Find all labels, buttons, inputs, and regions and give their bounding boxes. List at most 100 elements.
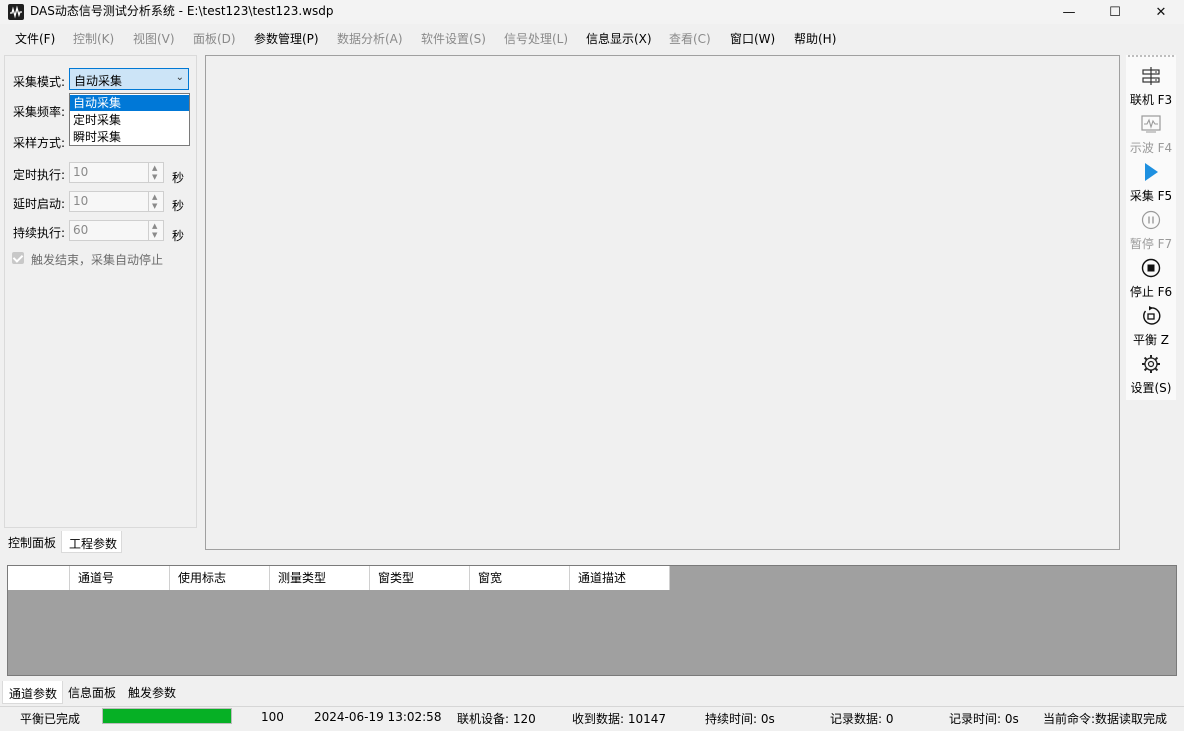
tab-engineering-params-label: 工程参数 [69, 537, 118, 551]
trigger-stop-checkbox[interactable] [12, 252, 24, 264]
menu-file[interactable]: 文件(F) [15, 31, 55, 47]
tab-trigger-params[interactable]: 触发参数 [128, 684, 176, 701]
timed-exec-value: 10 [73, 165, 89, 179]
column-header-channel-desc[interactable]: 通道描述 [570, 566, 670, 590]
tab-info-panel[interactable]: 信息面板 [68, 684, 116, 701]
main-display-area[interactable] [205, 55, 1120, 550]
tab-channel-params[interactable]: 通道参数 [2, 681, 63, 704]
maximize-button[interactable]: ☐ [1092, 0, 1138, 24]
record-time: 记录时间: 0s [949, 712, 1019, 726]
menu-window[interactable]: 窗口(W) [730, 31, 775, 47]
mode-dropdown-list: 自动采集 定时采集 瞬时采集 [69, 93, 190, 146]
spin-up-icon[interactable]: ▲ [152, 222, 157, 230]
menu-panel[interactable]: 面板(D) [193, 31, 236, 47]
minimize-icon: — [1062, 4, 1076, 20]
column-header-window-width[interactable]: 窗宽 [470, 566, 570, 590]
app-logo-icon [8, 4, 24, 20]
column-header-use-flag[interactable]: 使用标志 [170, 566, 270, 590]
trigger-stop-label: 触发结束，采集自动停止 [31, 253, 164, 267]
menu-signal-processing[interactable]: 信号处理(L) [504, 31, 568, 47]
mode-select-value: 自动采集 [74, 74, 123, 88]
pause-label: 暂停 F7 [1129, 237, 1173, 251]
spin-up-icon[interactable]: ▲ [152, 193, 157, 201]
spin-down-icon[interactable]: ▼ [152, 202, 157, 210]
chevron-down-icon: ⌄ [175, 72, 184, 83]
stop-label: 停止 F6 [1129, 285, 1173, 299]
spin-down-icon[interactable]: ▼ [152, 231, 157, 239]
balance-status: 平衡已完成 [20, 712, 81, 726]
continuous-label: 持续执行: [13, 226, 66, 240]
continuous-spinbox[interactable]: 60 ▲ ▼ [69, 220, 164, 241]
gear-icon [1142, 355, 1160, 373]
progress-value: 100 [261, 710, 284, 724]
settings-button[interactable]: 设置(S) [1127, 352, 1175, 398]
maximize-icon: ☐ [1109, 4, 1121, 20]
menu-param-management[interactable]: 参数管理(P) [254, 31, 319, 47]
menu-software-settings[interactable]: 软件设置(S) [421, 31, 486, 47]
menu-info-display[interactable]: 信息显示(X) [586, 31, 652, 47]
stop-button[interactable]: 停止 F6 [1127, 256, 1175, 302]
menu-control[interactable]: 控制(K) [73, 31, 114, 47]
play-icon [1145, 163, 1158, 181]
oscilloscope-icon [1141, 115, 1161, 133]
balance-button[interactable]: 平衡 Z [1127, 304, 1175, 350]
window-title: DAS动态信号测试分析系统 - E:\test123\test123.wsdp [30, 4, 334, 18]
mode-label: 采集模式: [13, 75, 66, 89]
close-button[interactable]: ✕ [1138, 0, 1184, 24]
stop-icon [1141, 258, 1161, 278]
connect-button[interactable]: 联机 F3 [1127, 64, 1175, 110]
record-count: 记录数据: 0 [830, 712, 894, 726]
mode-option-auto[interactable]: 自动采集 [70, 95, 189, 111]
menu-view[interactable]: 视图(V) [133, 31, 175, 47]
connect-icon [1142, 67, 1160, 85]
tab-channel-params-label: 通道参数 [9, 687, 58, 701]
acquisition-mode-select[interactable]: 自动采集 ⌄ [69, 68, 189, 90]
online-devices: 联机设备: 120 [457, 712, 536, 726]
timed-exec-spinbox[interactable]: 10 ▲ ▼ [69, 162, 164, 183]
toolbar-grip[interactable] [1128, 55, 1174, 59]
pause-button[interactable]: 暂停 F7 [1127, 208, 1175, 254]
menu-look[interactable]: 查看(C) [669, 31, 711, 47]
column-header-window-type[interactable]: 窗类型 [370, 566, 470, 590]
duration: 持续时间: 0s [705, 712, 775, 726]
acquire-label: 采集 F5 [1129, 189, 1173, 203]
balance-label: 平衡 Z [1132, 333, 1170, 347]
current-command: 当前命令:数据读取完成 [1043, 712, 1168, 726]
delay-start-unit: 秒 [172, 199, 185, 213]
channel-table-header: 通道号 使用标志 测量类型 窗类型 窗宽 通道描述 [8, 566, 670, 590]
delay-start-value: 10 [73, 194, 89, 208]
spin-down-icon[interactable]: ▼ [152, 173, 157, 181]
timed-exec-label: 定时执行: [13, 168, 66, 182]
minimize-button[interactable]: — [1046, 0, 1092, 24]
pause-icon [1141, 210, 1161, 230]
oscilloscope-button[interactable]: 示波 F4 [1127, 112, 1175, 158]
status-datetime: 2024-06-19 13:02:58 [314, 710, 442, 724]
settings-label: 设置(S) [1130, 381, 1172, 395]
tab-engineering-params[interactable]: 工程参数 [61, 531, 122, 553]
tab-control-panel[interactable]: 控制面板 [8, 534, 56, 551]
close-icon: ✕ [1155, 4, 1167, 20]
mode-option-instant[interactable]: 瞬时采集 [70, 129, 189, 145]
progress-bar [102, 708, 232, 724]
delay-start-label: 延时启动: [13, 197, 66, 211]
progress-bar-fill [103, 709, 231, 723]
column-header-channel-no[interactable]: 通道号 [70, 566, 170, 590]
received-data: 收到数据: 10147 [572, 712, 667, 726]
menu-help[interactable]: 帮助(H) [794, 31, 836, 47]
frequency-label: 采集频率: [13, 105, 66, 119]
mode-option-timed[interactable]: 定时采集 [70, 112, 189, 128]
oscilloscope-label: 示波 F4 [1129, 141, 1173, 155]
acquire-button[interactable]: 采集 F5 [1127, 160, 1175, 206]
balance-icon [1143, 306, 1161, 325]
timed-exec-unit: 秒 [172, 171, 185, 185]
column-header-measure-type[interactable]: 测量类型 [270, 566, 370, 590]
menu-bar: 文件(F) 控制(K) 视图(V) 面板(D) 参数管理(P) 数据分析(A) … [0, 28, 1184, 50]
menu-data-analysis[interactable]: 数据分析(A) [337, 31, 403, 47]
column-header-index[interactable] [8, 566, 70, 590]
delay-start-spinbox[interactable]: 10 ▲ ▼ [69, 191, 164, 212]
spin-up-icon[interactable]: ▲ [152, 164, 157, 172]
sample-method-label: 采样方式: [13, 136, 66, 150]
continuous-unit: 秒 [172, 229, 185, 243]
continuous-value: 60 [73, 223, 89, 237]
connect-label: 联机 F3 [1129, 93, 1173, 107]
